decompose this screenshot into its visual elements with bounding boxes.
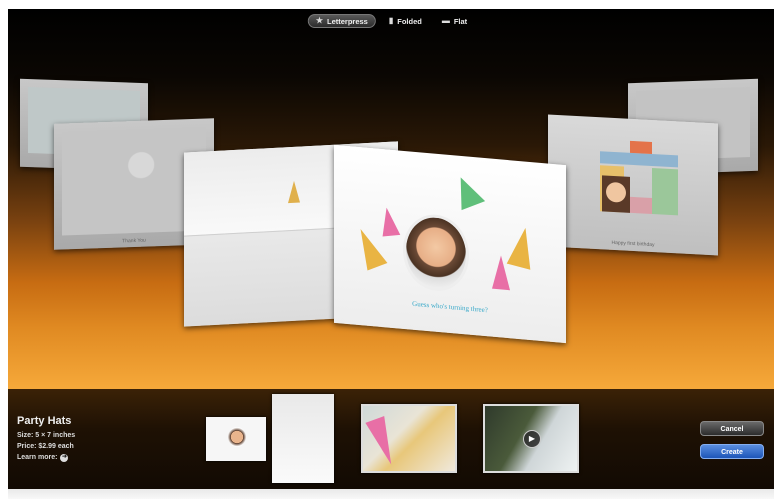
thumbnail-envelope[interactable] xyxy=(272,394,334,483)
flat-card-icon: ▬ xyxy=(441,16,450,25)
horizontal-scrollbar[interactable] xyxy=(8,489,774,499)
thumbnail-paper-closeup[interactable] xyxy=(361,404,457,473)
play-icon[interactable]: ▶ xyxy=(523,430,541,448)
flat-toggle[interactable]: ▬ Flat xyxy=(435,14,474,28)
card-showcase: ★ Letterpress ▮ Folded ▬ Flat Thank You … xyxy=(8,9,774,389)
product-title: Party Hats xyxy=(17,415,72,427)
product-info: Party Hats Size: 5 × 7 inches Price: $2.… xyxy=(17,415,75,463)
featured-card[interactable]: Guess who's turning three? xyxy=(334,144,566,344)
star-icon: ★ xyxy=(315,16,323,25)
bottom-panel: Party Hats Size: 5 × 7 inches Price: $2.… xyxy=(8,389,774,489)
child-photo xyxy=(403,211,469,294)
thumbnail-video[interactable]: ▶ xyxy=(483,404,579,473)
back-card-right[interactable]: Happy first birthday xyxy=(548,114,718,256)
cancel-button[interactable]: Cancel xyxy=(700,421,764,436)
back-card-right-caption: Happy first birthday xyxy=(611,239,655,249)
folded-label: Folded xyxy=(397,16,422,26)
thumb-photo xyxy=(228,427,246,447)
letterpress-toggle[interactable]: ★ Letterpress xyxy=(307,14,376,28)
create-button[interactable]: Create xyxy=(700,444,764,459)
folded-card-icon: ▮ xyxy=(388,16,394,25)
closeup-hat xyxy=(365,416,401,468)
view-mode-switcher: ★ Letterpress ▮ Folded ▬ Flat xyxy=(307,13,474,29)
learn-more-label: Learn more: xyxy=(17,454,58,461)
pink-hat-icon xyxy=(377,206,401,237)
orange-hat-right-icon xyxy=(506,224,538,270)
envelope-hat-icon xyxy=(288,180,300,204)
green-hat-icon xyxy=(448,172,486,211)
arrow-right-icon: ➜ xyxy=(60,453,69,462)
flat-label: Flat xyxy=(453,16,468,26)
child-photo-small xyxy=(602,175,630,213)
folded-toggle[interactable]: ▮ Folded xyxy=(382,14,429,28)
featured-card-caption: Guess who's turning three? xyxy=(412,299,488,315)
thumbnail-folded-card[interactable] xyxy=(206,417,266,461)
product-price: Price: $2.99 each xyxy=(17,443,74,450)
product-size: Size: 5 × 7 inches xyxy=(17,432,76,439)
letterpress-label: Letterpress xyxy=(326,16,368,26)
learn-more-link[interactable]: Learn more: ➜ xyxy=(17,452,75,463)
